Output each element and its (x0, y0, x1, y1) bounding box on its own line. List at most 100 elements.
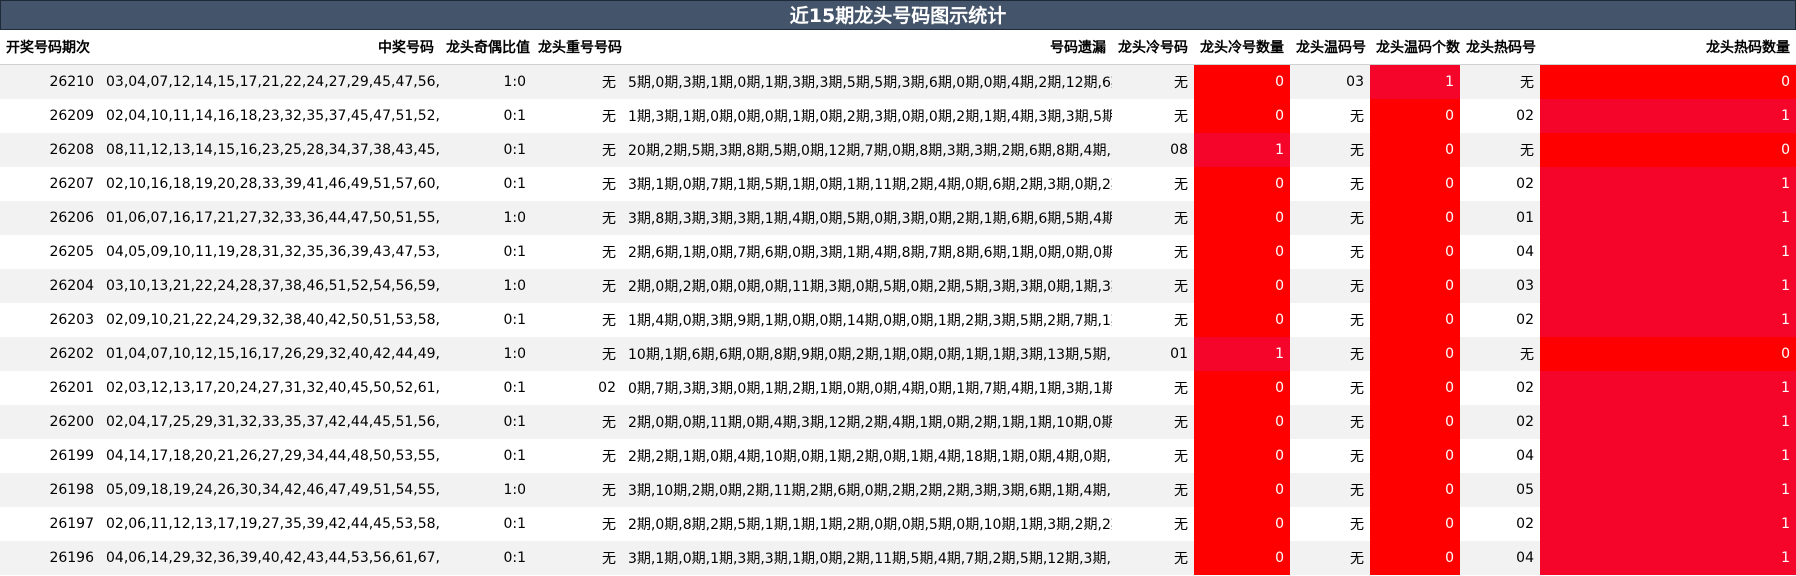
table-row: 26197 02,06,11,12,13,17,19,27,35,39,42,44… (0, 507, 1796, 541)
col-header-hot-count: 龙头热码数量 (1540, 30, 1796, 65)
cell-period: 26209 (0, 99, 100, 133)
cell-odd-even: 0:1 (440, 133, 532, 167)
cell-hot: 02 (1460, 371, 1540, 405)
cell-repeat: 02 (532, 371, 622, 405)
table-row: 26198 05,09,18,19,24,26,30,34,42,46,47,49… (0, 473, 1796, 507)
cell-omission: 5期,0期,3期,1期,0期,1期,3期,3期,5期,5期,3期,6期,0期,0… (622, 64, 1112, 99)
col-header-warm: 龙头温码号 (1290, 30, 1370, 65)
cell-hot: 无 (1460, 337, 1540, 371)
cell-repeat: 无 (532, 507, 622, 541)
cell-numbers: 01,06,07,16,17,21,27,32,33,36,44,47,50,5… (100, 201, 440, 235)
cell-odd-even: 0:1 (440, 167, 532, 201)
cell-hot-count: 1 (1540, 439, 1796, 473)
cell-repeat: 无 (532, 235, 622, 269)
cell-hot-count: 1 (1540, 235, 1796, 269)
cell-period: 26200 (0, 405, 100, 439)
cell-period: 26197 (0, 507, 100, 541)
cell-numbers: 02,03,12,13,17,20,24,27,31,32,40,45,50,5… (100, 371, 440, 405)
cell-repeat: 无 (532, 201, 622, 235)
cell-odd-even: 0:1 (440, 99, 532, 133)
cell-warm-count: 0 (1370, 235, 1460, 269)
cell-cold: 无 (1112, 269, 1194, 303)
cell-cold-count: 1 (1194, 337, 1290, 371)
cell-warm-count: 0 (1370, 99, 1460, 133)
cell-cold: 无 (1112, 371, 1194, 405)
cell-hot: 03 (1460, 269, 1540, 303)
cell-numbers: 03,04,07,12,14,15,17,21,22,24,27,29,45,4… (100, 64, 440, 99)
leader-stats-table: 开奖号码期次 中奖号码 龙头奇偶比值 龙头重号号码 号码遗漏 龙头冷号码 龙头冷… (0, 30, 1796, 575)
cell-warm: 无 (1290, 133, 1370, 167)
table-row: 26208 08,11,12,13,14,15,16,23,25,28,34,37… (0, 133, 1796, 167)
table-title: 近15期龙头号码图示统计 (0, 0, 1796, 30)
cell-odd-even: 1:0 (440, 473, 532, 507)
cell-omission: 1期,4期,0期,3期,9期,1期,0期,0期,14期,0期,0期,1期,2期,… (622, 303, 1112, 337)
cell-numbers: 02,09,10,21,22,24,29,32,38,40,42,50,51,5… (100, 303, 440, 337)
cell-repeat: 无 (532, 439, 622, 473)
cell-repeat: 无 (532, 99, 622, 133)
cell-numbers: 04,14,17,18,20,21,26,27,29,34,44,48,50,5… (100, 439, 440, 473)
cell-hot-count: 1 (1540, 201, 1796, 235)
cell-odd-even: 0:1 (440, 541, 532, 575)
col-header-odd-even: 龙头奇偶比值 (440, 30, 532, 65)
cell-warm: 无 (1290, 473, 1370, 507)
cell-numbers: 03,10,13,21,22,24,28,37,38,46,51,52,54,5… (100, 269, 440, 303)
cell-warm-count: 0 (1370, 541, 1460, 575)
col-header-warm-count: 龙头温码个数 (1370, 30, 1460, 65)
cell-cold-count: 0 (1194, 507, 1290, 541)
cell-warm: 无 (1290, 541, 1370, 575)
cell-hot: 无 (1460, 133, 1540, 167)
cell-hot-count: 1 (1540, 269, 1796, 303)
table-row: 26196 04,06,14,29,32,36,39,40,42,43,44,53… (0, 541, 1796, 575)
cell-hot: 02 (1460, 167, 1540, 201)
cell-cold-count: 0 (1194, 405, 1290, 439)
cell-numbers: 02,06,11,12,13,17,19,27,35,39,42,44,45,5… (100, 507, 440, 541)
cell-omission: 10期,1期,6期,6期,0期,8期,9期,0期,2期,1期,0期,0期,1期,… (622, 337, 1112, 371)
cell-numbers: 02,04,17,25,29,31,32,33,35,37,42,44,45,5… (100, 405, 440, 439)
cell-cold: 无 (1112, 541, 1194, 575)
cell-warm-count: 0 (1370, 269, 1460, 303)
cell-cold-count: 0 (1194, 235, 1290, 269)
cell-odd-even: 0:1 (440, 303, 532, 337)
cell-odd-even: 1:0 (440, 269, 532, 303)
cell-numbers: 02,10,16,18,19,20,28,33,39,41,46,49,51,5… (100, 167, 440, 201)
cell-warm: 无 (1290, 439, 1370, 473)
cell-omission: 2期,0期,8期,2期,5期,1期,1期,1期,2期,0期,0期,5期,0期,1… (622, 507, 1112, 541)
cell-cold: 无 (1112, 303, 1194, 337)
cell-cold: 01 (1112, 337, 1194, 371)
cell-cold: 无 (1112, 405, 1194, 439)
col-header-numbers: 中奖号码 (100, 30, 440, 65)
cell-repeat: 无 (532, 405, 622, 439)
cell-period: 26210 (0, 64, 100, 99)
cell-omission: 20期,2期,5期,3期,8期,5期,0期,12期,7期,0期,8期,3期,3期… (622, 133, 1112, 167)
cell-cold: 无 (1112, 167, 1194, 201)
cell-hot: 01 (1460, 201, 1540, 235)
table-row: 26202 01,04,07,10,12,15,16,17,26,29,32,40… (0, 337, 1796, 371)
cell-hot: 无 (1460, 64, 1540, 99)
cell-omission: 3期,10期,2期,0期,2期,11期,2期,6期,0期,2期,2期,2期,3期… (622, 473, 1112, 507)
cell-cold-count: 1 (1194, 133, 1290, 167)
cell-odd-even: 1:0 (440, 64, 532, 99)
cell-cold-count: 0 (1194, 541, 1290, 575)
cell-warm-count: 0 (1370, 201, 1460, 235)
cell-cold: 无 (1112, 235, 1194, 269)
table-row: 26206 01,06,07,16,17,21,27,32,33,36,44,47… (0, 201, 1796, 235)
cell-cold-count: 0 (1194, 303, 1290, 337)
table-row: 26200 02,04,17,25,29,31,32,33,35,37,42,44… (0, 405, 1796, 439)
cell-cold-count: 0 (1194, 371, 1290, 405)
cell-period: 26199 (0, 439, 100, 473)
cell-warm-count: 0 (1370, 133, 1460, 167)
cell-period: 26204 (0, 269, 100, 303)
cell-cold-count: 0 (1194, 99, 1290, 133)
cell-warm: 无 (1290, 303, 1370, 337)
cell-hot-count: 1 (1540, 167, 1796, 201)
cell-cold: 无 (1112, 473, 1194, 507)
table-body: 26210 03,04,07,12,14,15,17,21,22,24,27,29… (0, 64, 1796, 575)
cell-warm-count: 0 (1370, 439, 1460, 473)
col-header-period: 开奖号码期次 (0, 30, 100, 65)
cell-cold-count: 0 (1194, 167, 1290, 201)
cell-warm-count: 0 (1370, 167, 1460, 201)
cell-warm: 无 (1290, 371, 1370, 405)
cell-hot: 02 (1460, 507, 1540, 541)
cell-warm-count: 0 (1370, 507, 1460, 541)
table-row: 26203 02,09,10,21,22,24,29,32,38,40,42,50… (0, 303, 1796, 337)
